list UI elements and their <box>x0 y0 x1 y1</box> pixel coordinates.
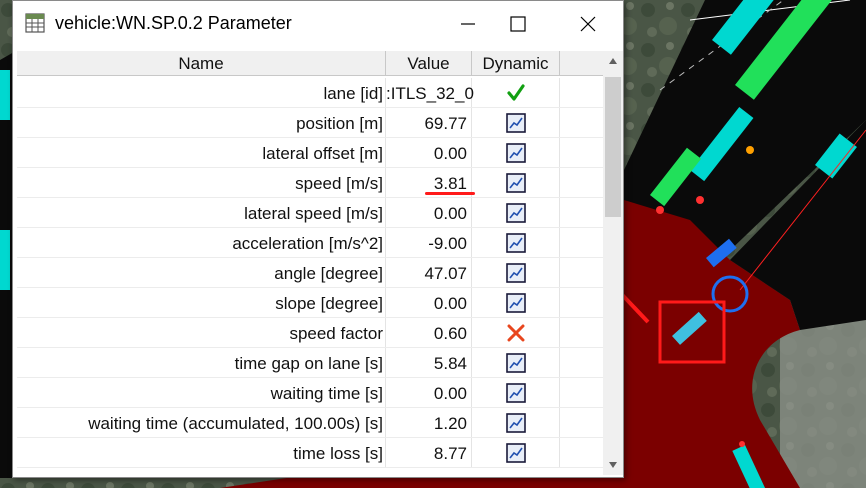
table-row[interactable]: lateral offset [m] 0.00 <box>17 138 605 168</box>
row-divider <box>17 467 605 468</box>
param-name: waiting time (accumulated, 100.00s) [s] <box>17 408 386 438</box>
table-row[interactable]: waiting time [s] 0.00 <box>17 378 605 408</box>
param-value: 0.00 <box>386 198 472 228</box>
dynamic-cell[interactable] <box>472 288 560 318</box>
param-name: time loss [s] <box>17 438 386 468</box>
dynamic-cell[interactable] <box>472 438 560 468</box>
scroll-down-arrow-icon <box>609 462 617 468</box>
param-name: angle [degree] <box>17 258 386 288</box>
table-row[interactable]: angle [degree] 47.07 <box>17 258 605 288</box>
vertical-scrollbar[interactable] <box>603 51 623 475</box>
param-name: position [m] <box>17 108 386 138</box>
maximize-icon <box>510 16 526 32</box>
param-name: lateral offset [m] <box>17 138 386 168</box>
plot-icon <box>505 173 526 193</box>
param-value: 0.00 <box>386 378 472 408</box>
checkmark-icon <box>506 84 525 101</box>
plot-icon <box>505 263 526 283</box>
title-bar[interactable]: vehicle:WN.SP.0.2 Parameter <box>13 1 623 47</box>
plot-icon <box>505 443 526 463</box>
param-value: 47.07 <box>386 258 472 288</box>
window-title: vehicle:WN.SP.0.2 Parameter <box>55 13 292 33</box>
dynamic-cell[interactable] <box>472 228 560 258</box>
param-name: waiting time [s] <box>17 378 386 408</box>
param-name: slope [degree] <box>17 288 386 318</box>
table-row[interactable]: speed [m/s] 3.81 <box>17 168 605 198</box>
dynamic-cell[interactable] <box>472 408 560 438</box>
dynamic-cell[interactable] <box>472 348 560 378</box>
param-name: time gap on lane [s] <box>17 348 386 378</box>
plot-icon <box>505 233 526 253</box>
table-row[interactable]: speed factor 0.60 <box>17 318 605 348</box>
dynamic-cell <box>472 318 560 348</box>
dynamic-cell[interactable] <box>472 378 560 408</box>
table-app-icon <box>25 13 45 33</box>
dynamic-cell[interactable] <box>472 108 560 138</box>
parameter-table: lane [id]:ITLS_32_0 position [m] 69.77 late… <box>17 78 605 476</box>
header-dynamic[interactable]: Dynamic <box>472 51 560 75</box>
dynamic-cell <box>472 78 560 108</box>
param-value: 0.00 <box>386 138 472 168</box>
param-value: 0.00 <box>386 288 472 318</box>
param-name: acceleration [m/s^2] <box>17 228 386 258</box>
plot-icon <box>505 293 526 313</box>
scroll-up-button[interactable] <box>603 51 623 71</box>
cross-icon <box>507 324 524 342</box>
param-name: lateral speed [m/s] <box>17 198 386 228</box>
dynamic-cell[interactable] <box>472 168 560 198</box>
header-name[interactable]: Name <box>17 51 386 75</box>
plot-icon <box>505 143 526 163</box>
table-row[interactable]: position [m] 69.77 <box>17 108 605 138</box>
scrollbar-thumb[interactable] <box>605 77 621 217</box>
param-value: 1.20 <box>386 408 472 438</box>
param-value: 5.84 <box>386 348 472 378</box>
plot-icon <box>505 383 526 403</box>
param-value: :ITLS_32_0 <box>386 78 474 108</box>
param-value: 69.77 <box>386 108 472 138</box>
table-header: Name Value Dynamic <box>17 51 605 76</box>
dynamic-cell[interactable] <box>472 258 560 288</box>
table-row[interactable]: time gap on lane [s] 5.84 <box>17 348 605 378</box>
table-row[interactable]: waiting time (accumulated, 100.00s) [s] 1… <box>17 408 605 438</box>
table-row[interactable]: slope [degree] 0.00 <box>17 288 605 318</box>
dynamic-cell[interactable] <box>472 138 560 168</box>
minimize-icon <box>461 23 475 25</box>
scroll-down-button[interactable] <box>603 455 623 475</box>
plot-icon <box>505 203 526 223</box>
table-row[interactable]: lane [id]:ITLS_32_0 <box>17 78 605 108</box>
dynamic-cell[interactable] <box>472 198 560 228</box>
table-row[interactable]: lateral speed [m/s] 0.00 <box>17 198 605 228</box>
parameter-window[interactable]: vehicle:WN.SP.0.2 Parameter Name Value D… <box>12 0 624 478</box>
table-row[interactable]: acceleration [m/s^2] -9.00 <box>17 228 605 258</box>
minimize-button[interactable] <box>445 1 491 47</box>
param-value: -9.00 <box>386 228 472 258</box>
close-icon <box>580 16 596 32</box>
close-button[interactable] <box>565 1 611 47</box>
param-value: 0.60 <box>386 318 472 348</box>
plot-icon <box>505 113 526 133</box>
table-row[interactable]: time loss [s] 8.77 <box>17 438 605 468</box>
param-name: speed factor <box>17 318 386 348</box>
param-value: 8.77 <box>386 438 472 468</box>
plot-icon <box>505 353 526 373</box>
plot-icon <box>505 413 526 433</box>
header-value[interactable]: Value <box>386 51 472 75</box>
scroll-up-arrow-icon <box>609 58 617 64</box>
red-underline-annotation <box>425 192 475 195</box>
param-name: lane [id] <box>17 78 386 108</box>
maximize-button[interactable] <box>495 1 541 47</box>
param-name: speed [m/s] <box>17 168 386 198</box>
